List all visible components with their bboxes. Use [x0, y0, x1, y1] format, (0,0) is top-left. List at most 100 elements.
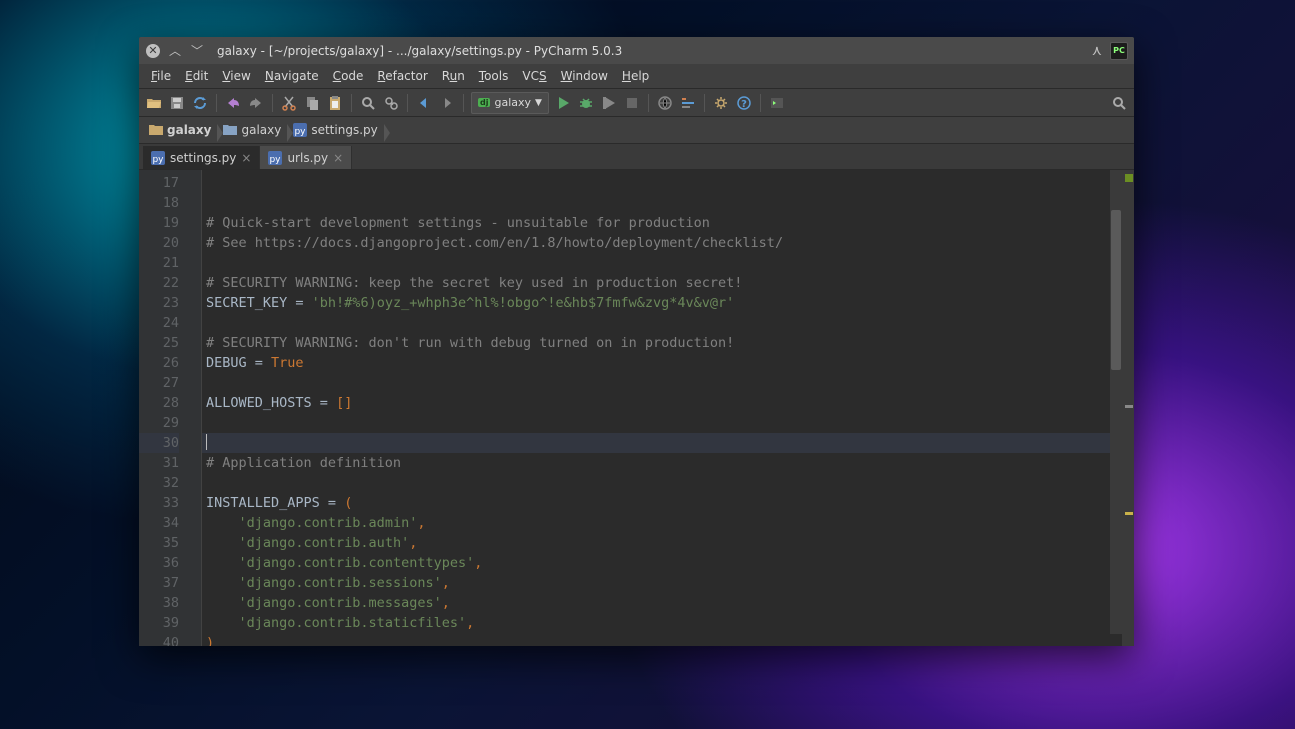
code-line: 'django.contrib.admin', [202, 513, 1122, 533]
run-config-selector[interactable]: dj galaxy ▼ [471, 92, 549, 114]
menu-help[interactable]: Help [616, 67, 655, 85]
code-line: ALLOWED_HOSTS = [] [202, 393, 1122, 413]
coverage-icon[interactable] [600, 94, 618, 112]
error-stripe-mark[interactable] [1125, 405, 1133, 408]
vcs-icon[interactable] [656, 94, 674, 112]
menu-run[interactable]: Run [436, 67, 471, 85]
django-badge-icon: dj [478, 98, 490, 107]
error-stripe[interactable] [1122, 170, 1134, 646]
paste-icon[interactable] [326, 94, 344, 112]
svg-text:?: ? [741, 99, 747, 110]
svg-text:py: py [295, 127, 307, 137]
desktop-background: ✕ ︿ ﹀ galaxy - [~/projects/galaxy] - ...… [0, 0, 1295, 729]
undo-icon[interactable] [224, 94, 242, 112]
forward-icon[interactable] [438, 94, 456, 112]
vertical-scrollbar[interactable] [1110, 170, 1122, 634]
code-area[interactable]: # Quick-start development settings - uns… [202, 170, 1122, 646]
window-shade-up-button[interactable]: ︿ [167, 43, 183, 59]
folder-icon [223, 124, 237, 136]
python-file-icon: py [293, 123, 307, 137]
redo-icon[interactable] [247, 94, 265, 112]
breadcrumb-bar: galaxy galaxy py settings.py [139, 117, 1134, 144]
help-icon[interactable]: ? [735, 94, 753, 112]
code-line [202, 373, 1122, 393]
code-editor[interactable]: 1718192021222324252627282930313233343536… [139, 170, 1134, 646]
toolbar-separator [704, 94, 705, 112]
toolbar-separator [351, 94, 352, 112]
scrollbar-thumb[interactable] [1111, 210, 1121, 370]
error-stripe-mark[interactable] [1125, 512, 1133, 515]
toolbar-separator [216, 94, 217, 112]
menu-tools[interactable]: Tools [473, 67, 515, 85]
svg-text:py: py [152, 155, 164, 165]
code-line: # Application definition [202, 453, 1122, 473]
code-line: 'django.contrib.auth', [202, 533, 1122, 553]
find-icon[interactable] [359, 94, 377, 112]
code-line-current [202, 433, 1122, 453]
menu-navigate[interactable]: Navigate [259, 67, 325, 85]
settings-icon[interactable] [712, 94, 730, 112]
run-config-name: galaxy [494, 96, 531, 109]
gutter-separator [187, 170, 202, 646]
python-file-icon: py [268, 151, 282, 165]
menu-window[interactable]: Window [555, 67, 614, 85]
code-line: 'django.contrib.staticfiles', [202, 613, 1122, 633]
code-line [202, 313, 1122, 333]
menu-file[interactable]: File [145, 67, 177, 85]
search-everywhere-icon[interactable] [1110, 94, 1128, 112]
replace-icon[interactable] [382, 94, 400, 112]
breadcrumb-folder[interactable]: galaxy [219, 121, 289, 139]
code-line [202, 193, 1122, 213]
tab-close-icon[interactable]: × [241, 151, 251, 165]
menu-code[interactable]: Code [327, 67, 370, 85]
code-line: # SECURITY WARNING: don't run with debug… [202, 333, 1122, 353]
titlebar: ✕ ︿ ﹀ galaxy - [~/projects/galaxy] - ...… [139, 37, 1134, 64]
ide-window: ✕ ︿ ﹀ galaxy - [~/projects/galaxy] - ...… [139, 37, 1134, 646]
pycharm-icon: PC [1110, 42, 1128, 60]
menubar: File Edit View Navigate Code Refactor Ru… [139, 64, 1134, 89]
toolbar-separator [407, 94, 408, 112]
debug-icon[interactable] [577, 94, 595, 112]
code-line: # See https://docs.djangoproject.com/en/… [202, 233, 1122, 253]
tab-close-icon[interactable]: × [333, 151, 343, 165]
breadcrumb-file[interactable]: py settings.py [289, 121, 385, 139]
structure-icon[interactable] [679, 94, 697, 112]
sync-icon[interactable] [191, 94, 209, 112]
text-caret [206, 434, 207, 450]
menu-vcs[interactable]: VCS [516, 67, 552, 85]
code-line: ) [202, 633, 1122, 646]
breadcrumb-label: galaxy [241, 123, 281, 137]
menu-edit[interactable]: Edit [179, 67, 214, 85]
code-line [202, 253, 1122, 273]
back-icon[interactable] [415, 94, 433, 112]
open-icon[interactable] [145, 94, 163, 112]
code-line: INSTALLED_APPS = ( [202, 493, 1122, 513]
menu-view[interactable]: View [216, 67, 256, 85]
menu-refactor[interactable]: Refactor [371, 67, 433, 85]
code-line [202, 413, 1122, 433]
code-line: DEBUG = True [202, 353, 1122, 373]
cut-icon[interactable] [280, 94, 298, 112]
save-icon[interactable] [168, 94, 186, 112]
window-close-button[interactable]: ✕ [145, 43, 161, 59]
error-stripe-mark[interactable] [1125, 174, 1133, 182]
breadcrumb-label: galaxy [167, 123, 211, 137]
code-line [202, 473, 1122, 493]
line-number-gutter: 1718192021222324252627282930313233343536… [139, 170, 187, 646]
window-shade-down-button[interactable]: ﹀ [189, 43, 205, 59]
breadcrumb-root[interactable]: galaxy [145, 121, 219, 139]
code-line: 'django.contrib.sessions', [202, 573, 1122, 593]
run-icon[interactable] [554, 94, 572, 112]
python-console-icon[interactable] [768, 94, 786, 112]
tab-settings[interactable]: py settings.py × [143, 146, 260, 169]
window-options-icon[interactable]: ⋏ [1092, 43, 1102, 59]
code-line: 'django.contrib.messages', [202, 593, 1122, 613]
tab-urls[interactable]: py urls.py × [260, 146, 352, 169]
stop-icon[interactable] [623, 94, 641, 112]
breadcrumb-label: settings.py [311, 123, 377, 137]
tab-label: urls.py [287, 151, 328, 165]
python-file-icon: py [151, 151, 165, 165]
copy-icon[interactable] [303, 94, 321, 112]
toolbar-separator [760, 94, 761, 112]
window-title: galaxy - [~/projects/galaxy] - .../galax… [217, 44, 1092, 58]
